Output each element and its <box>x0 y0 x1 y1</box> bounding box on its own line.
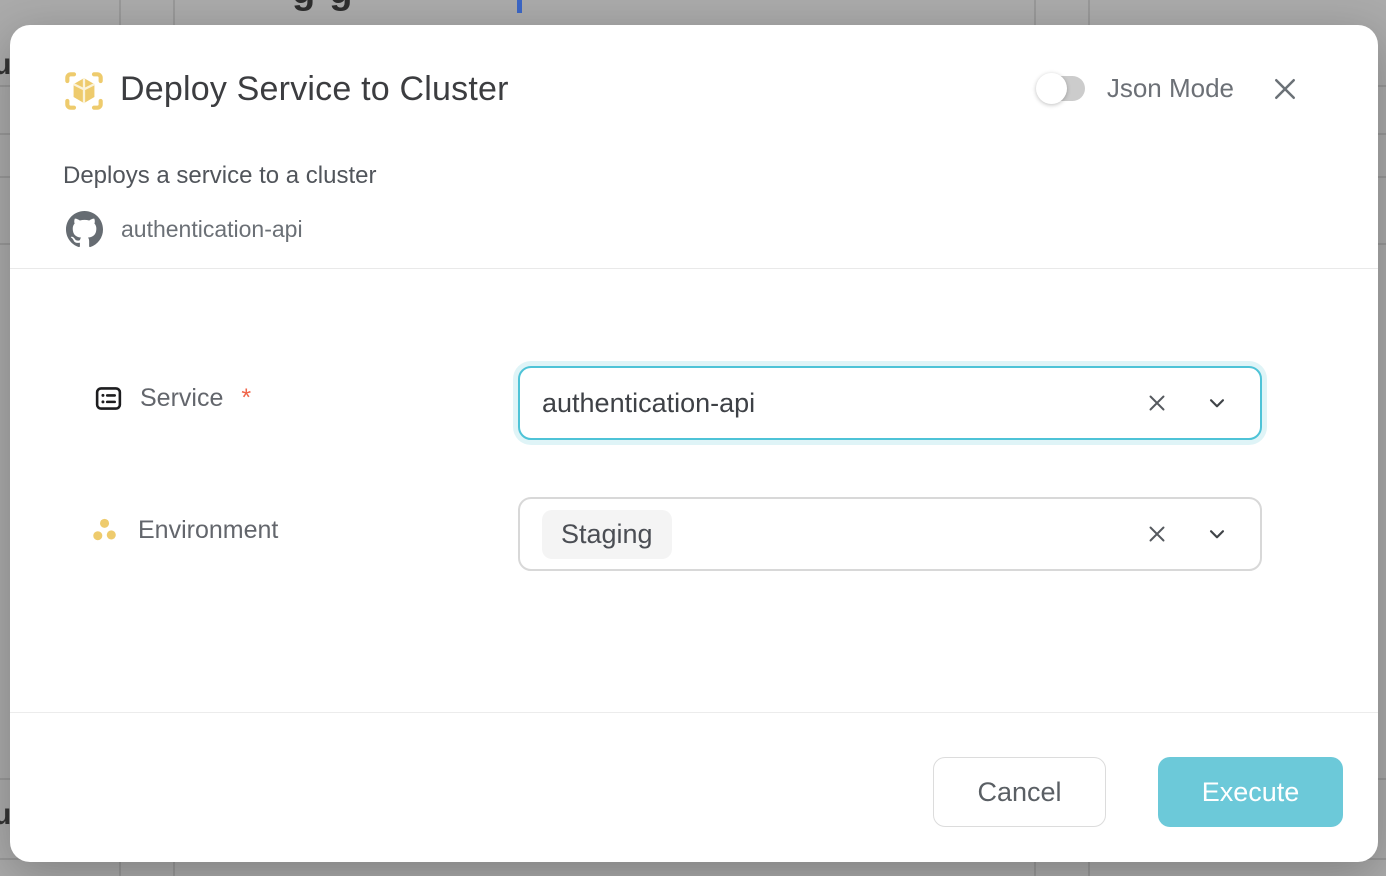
deploy-service-dialog: Deploy Service to Cluster Json Mode Depl… <box>10 25 1378 862</box>
repo-name: authentication-api <box>121 216 303 243</box>
execute-button[interactable]: Execute <box>1158 757 1343 827</box>
field-label-text: Environment <box>138 516 278 545</box>
dialog-subtitle: Deploys a service to a cluster <box>63 162 376 190</box>
service-field-label: Service * <box>93 383 251 414</box>
dots-cluster-icon <box>89 514 122 547</box>
environment-value-chip: Staging <box>542 510 672 559</box>
required-asterisk: * <box>241 384 251 413</box>
service-combobox[interactable]: authentication-api <box>518 366 1262 440</box>
toggle-knob <box>1036 73 1067 104</box>
divider <box>10 268 1378 269</box>
background-blue-accent-bar <box>517 0 522 13</box>
dialog-header: Deploy Service to Cluster Json Mode <box>10 25 1378 155</box>
divider <box>10 712 1378 713</box>
environment-combobox[interactable]: Staging <box>518 497 1262 571</box>
clear-icon[interactable] <box>1144 390 1170 416</box>
chevron-down-icon[interactable] <box>1204 390 1230 416</box>
background-clipped-heading: gg <box>292 0 366 13</box>
chevron-down-icon[interactable] <box>1204 521 1230 547</box>
github-icon <box>66 211 103 248</box>
screen: gg u u Deploy Service to Cluster Json Mo… <box>0 0 1386 876</box>
list-details-icon <box>93 383 124 414</box>
combobox-controls <box>1144 368 1230 438</box>
close-icon[interactable] <box>1270 74 1300 104</box>
field-label-text: Service <box>140 384 223 413</box>
header-controls: Json Mode <box>1039 73 1300 104</box>
service-value: authentication-api <box>542 388 755 419</box>
dialog-title: Deploy Service to Cluster <box>120 70 509 109</box>
repo-row: authentication-api <box>66 211 303 248</box>
combobox-controls <box>1144 499 1230 569</box>
environment-field-label: Environment <box>89 514 278 547</box>
clear-icon[interactable] <box>1144 521 1170 547</box>
cancel-button[interactable]: Cancel <box>933 757 1106 827</box>
json-mode-label: Json Mode <box>1107 73 1234 104</box>
json-mode-toggle[interactable] <box>1039 76 1085 101</box>
cube-scan-icon <box>57 66 111 116</box>
